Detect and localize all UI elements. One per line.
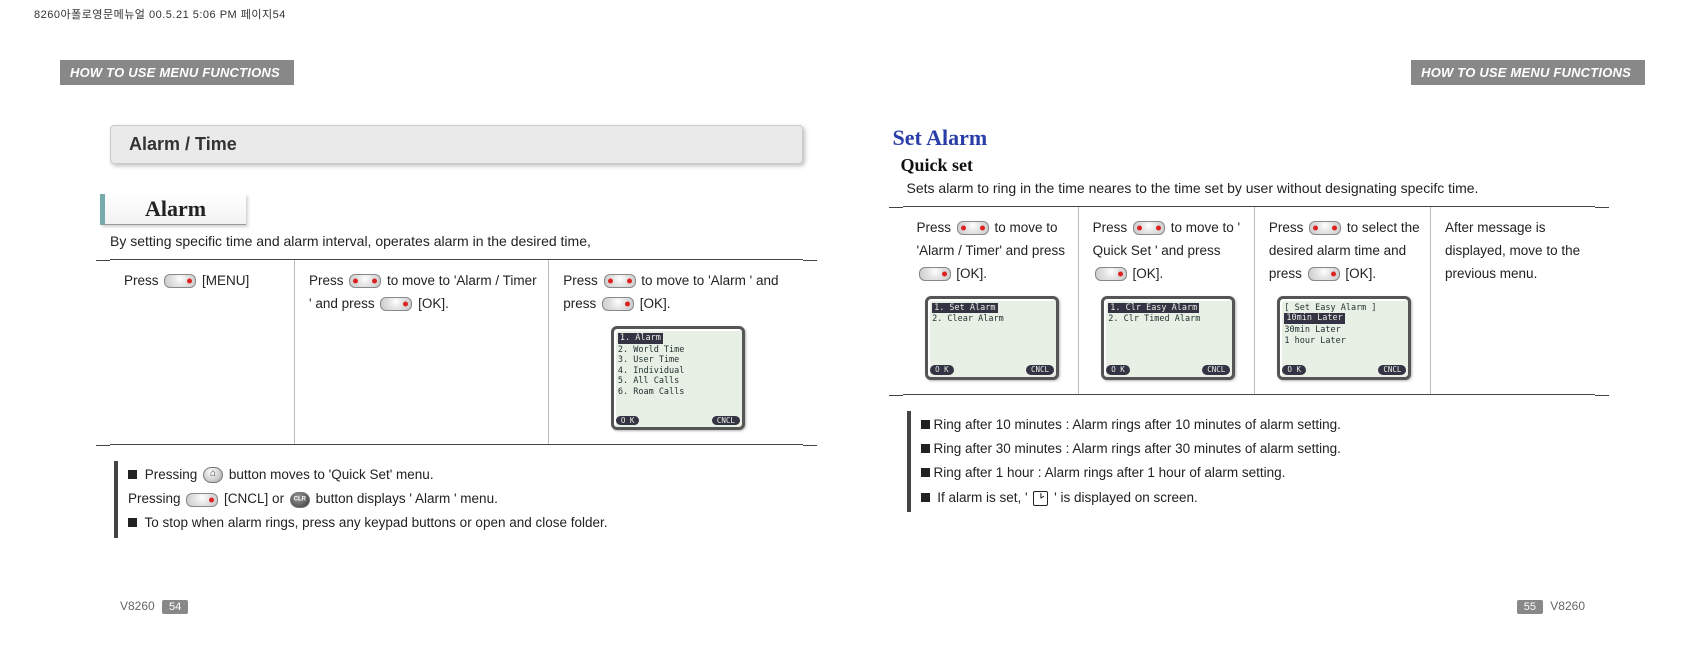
right-banner: HOW TO USE MENU FUNCTIONS	[1411, 60, 1645, 85]
model-label: V8260	[1550, 599, 1585, 613]
left-footer: V8260 54	[120, 599, 192, 614]
qs-col-1: Press to move to 'Alarm / Timer' and pre…	[903, 207, 1079, 394]
softkey-ok: O K	[930, 365, 954, 374]
s2-line1: 1. Clr Easy Alarm	[1108, 303, 1199, 314]
alarm-steps-row: Press [MENU] Press to move to 'Alarm / T…	[110, 259, 803, 445]
rnote2: Ring after 30 minutes : Alarm rings afte…	[934, 441, 1341, 456]
note3: To stop when alarm rings, press any keyp…	[145, 515, 608, 530]
bullet-icon	[128, 470, 137, 479]
bullet-icon	[921, 420, 930, 429]
screen-line-4: 4. Individual	[618, 366, 685, 376]
s1-line2: 2. Clear Alarm	[932, 314, 1004, 324]
qs1-c: [OK].	[956, 266, 987, 281]
phone-screen-set-clear: 1. Set Alarm 2. Clear Alarm O K CNCL	[925, 296, 1059, 380]
menu-button-icon	[164, 274, 196, 288]
crop-mark: 8260아폴로영문메뉴얼 00.5.21 5:06 PM 페이지54	[34, 6, 286, 22]
clr-button-icon	[290, 492, 310, 508]
softkey-cncl: CNCL	[1378, 365, 1406, 374]
page-left: HOW TO USE MENU FUNCTIONS Alarm / Time A…	[60, 60, 853, 594]
step2-text-c: [OK].	[418, 296, 449, 311]
ok-button-icon	[1308, 267, 1340, 281]
qs-col-3: Press to select the desired alarm time a…	[1255, 207, 1431, 394]
qs-col-4: After message is displayed, move to the …	[1431, 207, 1595, 394]
left-notes: Pressing button moves to 'Quick Set' men…	[114, 461, 803, 538]
step2-text-a: Press	[309, 273, 347, 288]
ok-button-icon	[602, 297, 634, 311]
right-notes: Ring after 10 minutes : Alarm rings afte…	[907, 411, 1596, 512]
softkey-cncl: CNCL	[1026, 365, 1054, 374]
s1-line1: 1. Set Alarm	[932, 303, 997, 314]
screen-line-5: 5. All Calls	[618, 376, 679, 386]
qs-col-2: Press to move to ' Quick Set ' and press…	[1079, 207, 1255, 394]
qs1-a: Press	[917, 220, 955, 235]
rnote3: Ring after 1 hour : Alarm rings after 1 …	[934, 465, 1286, 480]
bullet-icon	[921, 468, 930, 477]
page-number-55: 55	[1517, 600, 1543, 614]
nav-button-icon	[957, 221, 989, 235]
s3-line3: 1 hour Later	[1284, 336, 1345, 346]
bullet-icon	[921, 444, 930, 453]
qs4: After message is displayed, move to the …	[1445, 220, 1580, 281]
screen-line-3: 3. User Time	[618, 355, 679, 365]
rnote4-b: ' is displayed on screen.	[1054, 490, 1198, 505]
quickset-steps-row: Press to move to 'Alarm / Timer' and pre…	[903, 206, 1596, 395]
s2-line2: 2. Clr Timed Alarm	[1108, 314, 1200, 324]
screen-line-6: 6. Roam Calls	[618, 387, 685, 397]
set-alarm-heading: Set Alarm	[893, 125, 1616, 151]
qs3-a: Press	[1269, 220, 1307, 235]
softkey-cncl: CNCL	[712, 416, 740, 425]
phone-screen-alarm-list: 1. Alarm 2. World Time 3. User Time 4. I…	[611, 326, 745, 430]
cncl-button-icon	[186, 493, 218, 507]
model-label: V8260	[120, 599, 155, 613]
ok-button-icon	[1095, 267, 1127, 281]
step3-text-c: [OK].	[640, 296, 671, 311]
softkey-ok: O K	[1106, 365, 1130, 374]
qs2-c: [OK].	[1132, 266, 1163, 281]
step1-text-b: [MENU]	[202, 273, 249, 288]
step-col-3: Press to move to 'Alarm ' and press [OK]…	[549, 260, 802, 444]
qs3-c: [OK].	[1345, 266, 1376, 281]
phone-screen-easy-alarm: [ Set Easy Alarm ] 10min Later 30min Lat…	[1277, 296, 1411, 380]
title-bar: Alarm / Time	[110, 125, 803, 164]
screen-line-2: 2. World Time	[618, 345, 685, 355]
rnote1: Ring after 10 minutes : Alarm rings afte…	[934, 417, 1341, 432]
nav-button-icon	[604, 274, 636, 288]
softkey-ok: O K	[616, 416, 640, 425]
qs2-a: Press	[1093, 220, 1131, 235]
home-button-icon	[203, 467, 223, 483]
s3-title: [ Set Easy Alarm ]	[1284, 303, 1376, 313]
step-col-1: Press [MENU]	[110, 260, 295, 444]
right-footer: 55 V8260	[1513, 599, 1585, 614]
note1-b: button moves to 'Quick Set' menu.	[229, 467, 434, 482]
page-right: HOW TO USE MENU FUNCTIONS Set Alarm Quic…	[853, 60, 1646, 594]
softkey-ok: O K	[1282, 365, 1306, 374]
rnote4-a: If alarm is set, '	[937, 490, 1031, 505]
s3-line1: 10min Later	[1284, 313, 1344, 324]
page-number-54: 54	[162, 600, 188, 614]
s3-line2: 30min Later	[1284, 325, 1340, 335]
ok-button-icon	[380, 297, 412, 311]
bullet-icon	[921, 493, 930, 502]
step-col-2: Press to move to 'Alarm / Timer ' and pr…	[295, 260, 549, 444]
bullet-icon	[128, 518, 137, 527]
note2-c: button displays ' Alarm ' menu.	[316, 491, 498, 506]
step1-text-a: Press	[124, 273, 162, 288]
note2-a: Pressing	[128, 491, 184, 506]
step3-text-a: Press	[563, 273, 601, 288]
quickset-intro: Sets alarm to ring in the time neares to…	[907, 180, 1596, 196]
softkey-cncl: CNCL	[1202, 365, 1230, 374]
left-banner: HOW TO USE MENU FUNCTIONS	[60, 60, 294, 85]
nav-button-icon	[349, 274, 381, 288]
alarm-heading: Alarm	[100, 194, 246, 225]
phone-screen-clr-options: 1. Clr Easy Alarm 2. Clr Timed Alarm O K…	[1101, 296, 1235, 380]
nav-button-icon	[1309, 221, 1341, 235]
ok-button-icon	[919, 267, 951, 281]
nav-button-icon	[1133, 221, 1165, 235]
quick-set-heading: Quick set	[901, 155, 1616, 176]
clock-icon	[1033, 491, 1048, 506]
note2-b: [CNCL] or	[224, 491, 288, 506]
alarm-intro: By setting specific time and alarm inter…	[110, 233, 803, 249]
note1-a: Pressing	[145, 467, 201, 482]
screen-line-1: 1. Alarm	[618, 333, 663, 344]
